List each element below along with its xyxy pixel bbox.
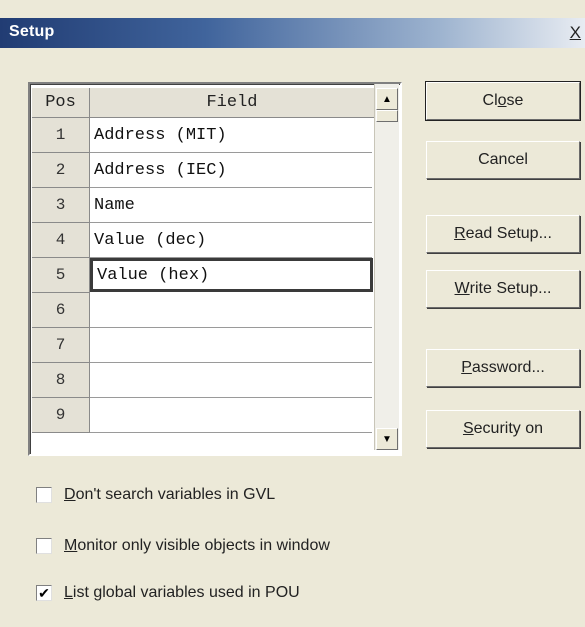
row-pos-cell: 2 bbox=[32, 153, 90, 188]
table-row[interactable]: 2 Address (IEC) bbox=[32, 153, 374, 188]
write-setup-mnemonic: W bbox=[454, 280, 470, 297]
triangle-down-icon[interactable]: ▼ bbox=[376, 428, 398, 450]
security-on-label: ecurity on bbox=[473, 420, 544, 437]
close-button-label-post: se bbox=[506, 92, 524, 109]
password-label: assword... bbox=[471, 359, 545, 376]
list-global-vars-mnemonic: L bbox=[64, 584, 73, 601]
table-row-selected[interactable]: 5 Value (hex) bbox=[32, 258, 374, 293]
row-pos-cell: 7 bbox=[32, 328, 90, 363]
row-pos-cell: 1 bbox=[32, 118, 90, 153]
checkbox-box[interactable] bbox=[36, 538, 52, 554]
security-on-button[interactable]: Security on bbox=[426, 410, 580, 448]
dont-search-gvl-label: on't search variables in GVL bbox=[75, 486, 276, 503]
dont-search-gvl-mnemonic: D bbox=[64, 486, 76, 503]
monitor-visible-mnemonic: M bbox=[64, 537, 78, 554]
read-setup-mnemonic: R bbox=[454, 225, 466, 242]
close-button-mnemonic: o bbox=[497, 92, 507, 109]
dont-search-gvl-checkbox[interactable]: Don't search variables in GVL bbox=[36, 486, 275, 504]
row-pos-cell: 9 bbox=[32, 398, 90, 433]
column-header-pos: Pos bbox=[32, 88, 90, 118]
table-row[interactable]: 3 Name bbox=[32, 188, 374, 223]
checkbox-box[interactable] bbox=[36, 487, 52, 503]
scrollbar-thumb[interactable] bbox=[376, 110, 398, 122]
table-row[interactable]: 7 bbox=[32, 328, 374, 363]
write-setup-button[interactable]: Write Setup... bbox=[426, 270, 580, 308]
read-setup-button[interactable]: Read Setup... bbox=[426, 215, 580, 253]
column-header-field: Field bbox=[90, 88, 375, 118]
password-mnemonic: P bbox=[461, 359, 472, 376]
table-row[interactable]: 9 bbox=[32, 398, 374, 433]
row-field-cell[interactable] bbox=[90, 398, 372, 433]
row-pos-cell: 5 bbox=[32, 258, 90, 293]
close-button[interactable]: Cl o se bbox=[425, 81, 581, 121]
triangle-up-icon[interactable]: ▲ bbox=[376, 88, 398, 110]
row-field-cell[interactable]: Name bbox=[90, 188, 372, 223]
password-button[interactable]: Password... bbox=[426, 349, 580, 387]
cancel-button-label: Cancel bbox=[478, 151, 528, 168]
monitor-visible-checkbox[interactable]: Monitor only visible objects in window bbox=[36, 537, 330, 555]
list-global-vars-label: ist global variables used in POU bbox=[72, 584, 300, 601]
list-global-vars-checkbox[interactable]: ✔ List global variables used in POU bbox=[36, 584, 300, 602]
checkmark-icon: ✔ bbox=[38, 585, 50, 601]
row-pos-cell: 4 bbox=[32, 223, 90, 258]
row-pos-cell: 3 bbox=[32, 188, 90, 223]
row-field-cell[interactable]: Address (IEC) bbox=[90, 153, 372, 188]
read-setup-label: ead Setup... bbox=[465, 225, 552, 242]
row-field-cell-selected[interactable]: Value (hex) bbox=[90, 258, 373, 292]
row-pos-cell: 8 bbox=[32, 363, 90, 398]
title-bar: Setup X bbox=[0, 18, 585, 48]
table-row[interactable]: 4 Value (dec) bbox=[32, 223, 374, 258]
table-row[interactable]: 8 bbox=[32, 363, 374, 398]
field-table[interactable]: Pos Field 1 Address (MIT) 2 Address (IEC… bbox=[28, 82, 402, 456]
close-window-icon[interactable]: X bbox=[570, 23, 581, 43]
table-row[interactable]: 1 Address (MIT) bbox=[32, 118, 374, 153]
close-button-label-pre: Cl bbox=[482, 92, 498, 109]
cancel-button[interactable]: Cancel bbox=[426, 141, 580, 179]
row-field-cell[interactable]: Address (MIT) bbox=[90, 118, 372, 153]
row-pos-cell: 6 bbox=[32, 293, 90, 328]
table-row[interactable]: 6 bbox=[32, 293, 374, 328]
row-field-cell[interactable] bbox=[90, 363, 372, 398]
monitor-visible-label: onitor only visible objects in window bbox=[77, 537, 330, 554]
window-title: Setup bbox=[9, 23, 55, 40]
checkbox-box-checked[interactable]: ✔ bbox=[36, 585, 52, 601]
vertical-scrollbar[interactable]: ▲ ▼ bbox=[374, 84, 399, 450]
row-field-cell[interactable] bbox=[90, 293, 372, 328]
table-header: Pos Field bbox=[32, 88, 375, 118]
row-field-cell[interactable] bbox=[90, 328, 372, 363]
write-setup-label: rite Setup... bbox=[469, 280, 552, 297]
security-on-mnemonic: S bbox=[462, 420, 474, 437]
row-field-cell[interactable]: Value (dec) bbox=[90, 223, 372, 258]
